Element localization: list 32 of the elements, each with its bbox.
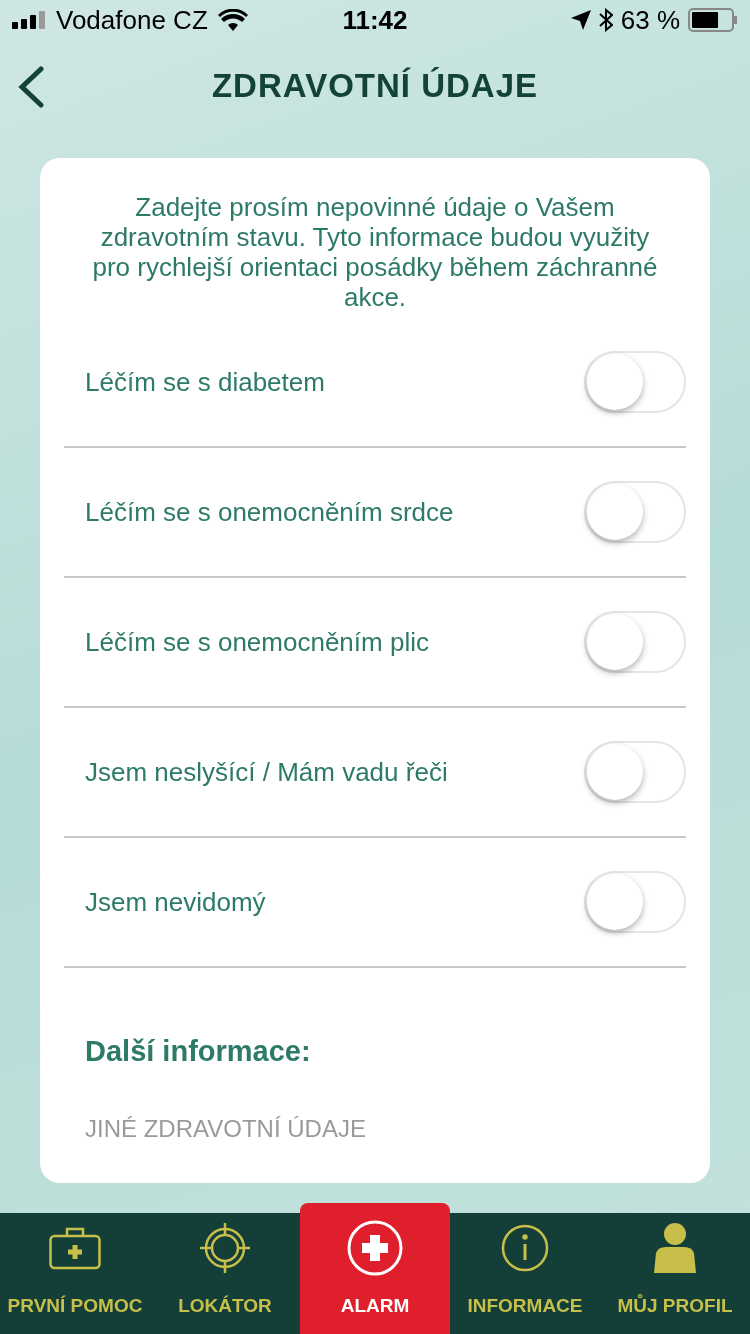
toggle-switch[interactable] xyxy=(584,741,686,803)
clock: 11:42 xyxy=(341,3,409,37)
tab-bar-item[interactable]: ALARM xyxy=(300,1203,450,1334)
toggle-switch[interactable] xyxy=(584,871,686,933)
tab-bar-item[interactable]: LOKÁTOR xyxy=(150,1213,300,1334)
toggle-label: Jsem neslyšící / Mám vadu řeči xyxy=(85,755,448,789)
toggle-switch[interactable] xyxy=(584,351,686,413)
toggle-label: Léčím se s onemocněním plic xyxy=(85,625,429,659)
signal-icon xyxy=(12,11,46,29)
first-aid-kit-icon xyxy=(49,1225,101,1270)
crosshair-icon xyxy=(199,1221,251,1274)
back-chevron-icon xyxy=(17,66,45,108)
wifi-icon xyxy=(217,9,248,31)
info-icon xyxy=(501,1223,549,1272)
battery-percentage: 63 % xyxy=(620,3,680,37)
intro-text: Zadejte prosím nepovinné údaje o Vašem zdravotním stavu. Tyto informace budou využity pro rychlejší orientaci posádky během záchranné akce. xyxy=(91,192,659,312)
screen-title: ZDRAVOTNÍ ÚDAJE xyxy=(211,66,539,107)
other-health-info-field[interactable]: JINÉ ZDRAVOTNÍ ÚDAJE xyxy=(64,1103,686,1154)
tab-bar-item[interactable]: PRVNÍ POMOC xyxy=(0,1213,150,1334)
toggle-label: Léčím se s onemocněním srdce xyxy=(85,495,454,529)
tab-bar-item[interactable]: MŮJ PROFIL xyxy=(600,1213,750,1334)
toggle-switch[interactable] xyxy=(584,611,686,673)
more-info-heading: Další informace: xyxy=(84,1034,312,1069)
carrier-name: Vodafone CZ xyxy=(56,3,208,37)
medical-cross-icon xyxy=(347,1219,403,1276)
toggle-switch[interactable] xyxy=(584,481,686,543)
toggle-label: Léčím se s diabetem xyxy=(85,365,325,399)
bluetooth-icon xyxy=(598,8,613,32)
toggle-label: Jsem nevidomý xyxy=(85,885,266,919)
tab-bar-item[interactable]: INFORMACE xyxy=(450,1213,600,1334)
location-arrow-icon xyxy=(570,10,591,30)
battery-icon xyxy=(688,8,738,32)
